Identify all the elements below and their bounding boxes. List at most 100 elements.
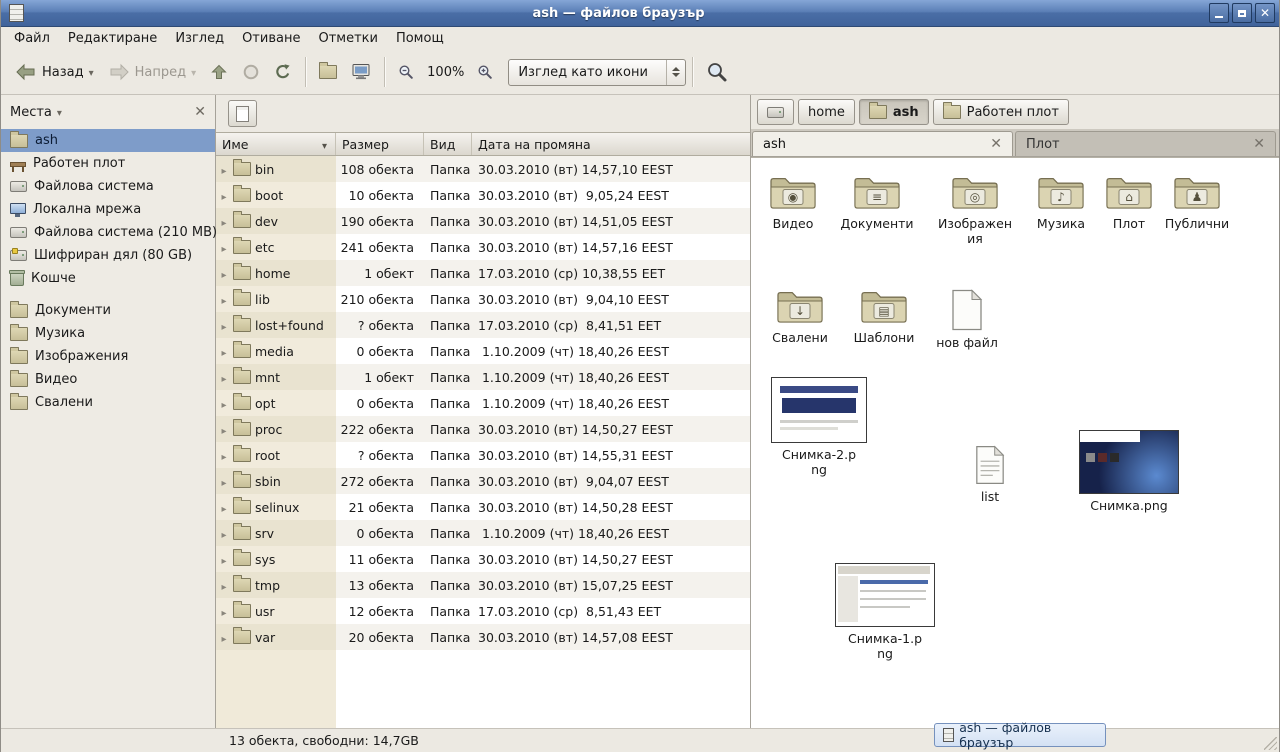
search-button[interactable] — [699, 55, 735, 89]
tab-close-icon[interactable]: ✕ — [1253, 137, 1265, 151]
column-header-size[interactable]: Размер — [336, 133, 424, 155]
sidebar-item-home[interactable]: ash — [1, 129, 215, 152]
tree-row-srv[interactable]: srv0 обектаПапка 1.10.2009 (чт) 18,40,26… — [216, 520, 750, 546]
sidebar-item-desktop[interactable]: Работен плот — [1, 152, 215, 175]
tree-row-boot[interactable]: boot10 обектаПапка30.03.2010 (вт) 9,05,2… — [216, 182, 750, 208]
tree-row-home[interactable]: home1 обектПапка17.03.2010 (ср) 10,38,55… — [216, 260, 750, 286]
menu-bookmarks[interactable]: Отметки — [309, 29, 386, 48]
tab-close-icon[interactable]: ✕ — [990, 137, 1002, 151]
expander-icon[interactable] — [219, 240, 229, 255]
sidebar-item-pictures[interactable]: Изображения — [1, 345, 215, 368]
tree-row-tmp[interactable]: tmp13 обектаПапка30.03.2010 (вт) 15,07,2… — [216, 572, 750, 598]
reload-button[interactable] — [267, 57, 299, 87]
sidebar-item-encrypted-80gb[interactable]: Шифриран дял (80 GB) — [1, 244, 215, 267]
expander-icon[interactable] — [219, 474, 229, 489]
icon-templates-folder[interactable]: ▤ Шаблони — [842, 288, 926, 346]
tree-row-mnt[interactable]: mnt1 обектПапка 1.10.2009 (чт) 18,40,26 … — [216, 364, 750, 390]
tree-row-var[interactable]: var20 обектаПапка30.03.2010 (вт) 14,57,0… — [216, 624, 750, 650]
stop-button[interactable] — [235, 57, 267, 87]
expander-icon[interactable] — [219, 500, 229, 515]
menu-go[interactable]: Отиване — [233, 29, 309, 48]
tree-row-opt[interactable]: opt0 обектаПапка 1.10.2009 (чт) 18,40,26… — [216, 390, 750, 416]
pathbar-home-button[interactable]: home — [798, 99, 855, 125]
icon-snimka-2-image[interactable]: Снимка-2.png — [767, 377, 871, 478]
menu-file[interactable]: Файл — [5, 29, 59, 48]
expander-icon[interactable] — [219, 344, 229, 359]
tree-row-media[interactable]: media0 обектаПапка 1.10.2009 (чт) 18,40,… — [216, 338, 750, 364]
expander-icon[interactable] — [219, 526, 229, 541]
expander-icon[interactable] — [219, 396, 229, 411]
tree-row-lost-found[interactable]: lost+found? обектаПапка17.03.2010 (ср) 8… — [216, 312, 750, 338]
sidebar-item-music[interactable]: Музика — [1, 322, 215, 345]
expander-icon[interactable] — [219, 162, 229, 177]
sidebar-item-downloads[interactable]: Свалени — [1, 391, 215, 414]
menu-help[interactable]: Помощ — [387, 29, 453, 48]
tree-row-sbin[interactable]: sbin272 обектаПапка30.03.2010 (вт) 9,04,… — [216, 468, 750, 494]
sidebar-item-volume-210mb[interactable]: Файлова система (210 MB) — [1, 221, 215, 244]
back-button[interactable]: Назад — [8, 56, 101, 88]
expander-icon[interactable] — [219, 552, 229, 567]
expander-icon[interactable] — [219, 604, 229, 619]
zoom-in-button[interactable] — [470, 58, 500, 86]
pathbar-filesystem-button[interactable] — [757, 99, 794, 125]
places-chevron-icon[interactable] — [57, 105, 62, 120]
icon-downloads-folder[interactable]: ↓ Свалени — [758, 288, 842, 346]
combo-arrows-icon[interactable] — [666, 60, 685, 85]
icon-documents-folder[interactable]: ≡ Документи — [835, 174, 919, 232]
tree-row-sys[interactable]: sys11 обектаПапка30.03.2010 (вт) 14,50,2… — [216, 546, 750, 572]
tree-row-dev[interactable]: dev190 обектаПапка30.03.2010 (вт) 14,51,… — [216, 208, 750, 234]
sidebar-item-trash[interactable]: Кошче — [1, 267, 215, 290]
tab-ash[interactable]: ash✕ — [752, 131, 1013, 156]
minimize-button[interactable] — [1209, 3, 1229, 23]
close-sidebar-icon[interactable]: ✕ — [194, 105, 206, 119]
icon-public-folder[interactable]: ♟ Публични — [1155, 174, 1239, 232]
icon-pictures-folder[interactable]: ◎ Изображения — [933, 174, 1017, 247]
tree-row-selinux[interactable]: selinux21 обектаПапка30.03.2010 (вт) 14,… — [216, 494, 750, 520]
tree-row-bin[interactable]: bin108 обектаПапка30.03.2010 (вт) 14,57,… — [216, 156, 750, 182]
tree-row-proc[interactable]: proc222 обектаПапка30.03.2010 (вт) 14,50… — [216, 416, 750, 442]
tree-row-root[interactable]: root? обектаПапка30.03.2010 (вт) 14,55,3… — [216, 442, 750, 468]
expander-icon[interactable] — [219, 266, 229, 281]
icon-view[interactable]: ◉ Видео ≡ Документи ◎ Изображения ♪ Музи… — [751, 157, 1279, 728]
pathbar-root-button[interactable] — [228, 100, 257, 127]
expander-icon[interactable] — [219, 630, 229, 645]
up-button[interactable] — [203, 57, 235, 87]
sidebar-item-documents[interactable]: Документи — [1, 299, 215, 322]
titlebar[interactable]: ash — файлов браузър ✕ — [1, 0, 1279, 27]
expander-icon[interactable] — [219, 422, 229, 437]
expander-icon[interactable] — [219, 370, 229, 385]
expander-icon[interactable] — [219, 578, 229, 593]
icon-videos-folder[interactable]: ◉ Видео — [751, 174, 835, 232]
menu-edit[interactable]: Редактиране — [59, 29, 166, 48]
tree-row-usr[interactable]: usr12 обектаПапка17.03.2010 (ср) 8,51,43… — [216, 598, 750, 624]
sidebar-item-network[interactable]: Локална мрежа — [1, 198, 215, 221]
tab-desktop[interactable]: Плот✕ — [1015, 131, 1276, 156]
menu-view[interactable]: Изглед — [166, 29, 233, 48]
sidebar-item-videos[interactable]: Видео — [1, 368, 215, 391]
tree-row-etc[interactable]: etc241 обектаПапка30.03.2010 (вт) 14,57,… — [216, 234, 750, 260]
view-mode-select[interactable]: Изглед като икони — [508, 59, 686, 86]
icon-snimka-image[interactable]: Снимка.png — [1077, 430, 1181, 514]
back-history-dropdown-icon[interactable] — [89, 65, 94, 80]
sidebar-item-filesystem[interactable]: Файлова система — [1, 175, 215, 198]
column-header-date[interactable]: Дата на промяна — [472, 133, 750, 155]
expander-icon[interactable] — [219, 188, 229, 203]
expander-icon[interactable] — [219, 292, 229, 307]
expander-icon[interactable] — [219, 318, 229, 333]
pathbar-desktop-button[interactable]: Работен плот — [933, 99, 1069, 125]
column-header-type[interactable]: Вид — [424, 133, 472, 155]
column-header-name[interactable]: Име — [216, 133, 336, 155]
computer-button[interactable] — [344, 57, 378, 87]
icon-list-file[interactable]: list — [948, 445, 1032, 505]
icon-snimka-1-image[interactable]: Снимка-1.png — [833, 563, 937, 662]
close-button[interactable]: ✕ — [1255, 3, 1275, 23]
forward-button[interactable]: Напред — [101, 56, 204, 88]
expander-icon[interactable] — [219, 214, 229, 229]
zoom-out-button[interactable] — [391, 58, 421, 86]
taskbar-window-button[interactable]: ash — файлов браузър — [934, 723, 1106, 747]
maximize-button[interactable] — [1232, 3, 1252, 23]
pathbar-ash-button[interactable]: ash — [859, 99, 929, 125]
home-button[interactable] — [312, 59, 344, 85]
resize-grip[interactable] — [1264, 737, 1277, 750]
tree-row-lib[interactable]: lib210 обектаПапка30.03.2010 (вт) 9,04,1… — [216, 286, 750, 312]
